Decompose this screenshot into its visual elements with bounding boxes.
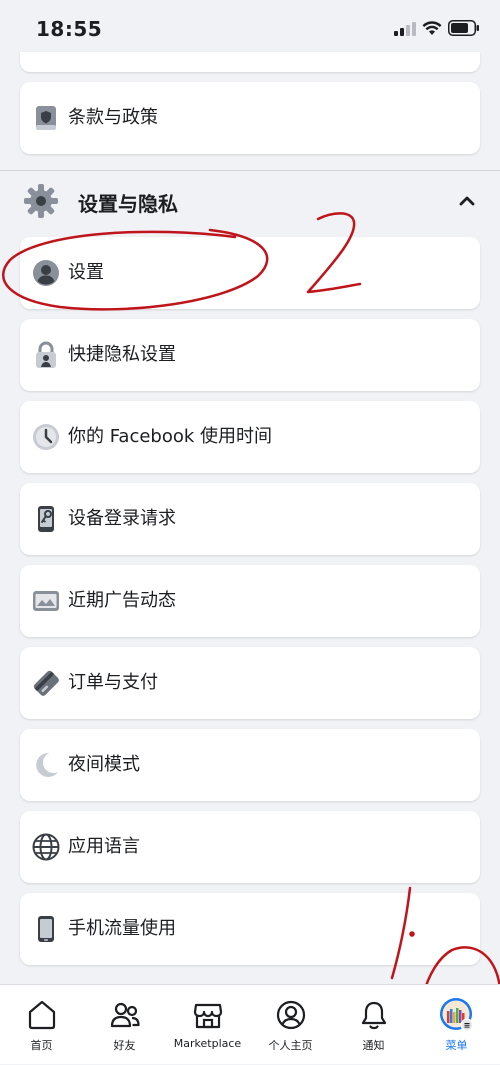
nav-notifications-tab[interactable]: 通知 — [332, 985, 415, 1065]
settings-label: 设置 — [68, 262, 104, 283]
section-title: 设置与隐私 — [78, 192, 178, 216]
bell-icon — [361, 1001, 387, 1030]
orders-and-payments-label: 订单与支付 — [68, 672, 158, 693]
nav-menu-tab[interactable]: 菜单 — [415, 985, 498, 1065]
mobile-data-label: 手机流量使用 — [68, 918, 176, 939]
marketplace-icon — [193, 1003, 223, 1029]
nav-notifications-label: 通知 — [362, 1039, 385, 1052]
section-divider — [0, 170, 500, 171]
status-time: 18:55 — [36, 17, 103, 41]
terms-and-policies-label: 条款与政策 — [68, 107, 158, 128]
settings-button[interactable]: 设置 — [20, 237, 480, 309]
friends-icon — [110, 1002, 140, 1028]
lock-person-icon — [36, 341, 56, 368]
chevron-up-icon[interactable] — [458, 192, 476, 210]
signal-icon — [394, 22, 416, 36]
dark-mode-button[interactable]: 夜间模式 — [20, 729, 480, 801]
privacy-shortcuts-button[interactable]: 快捷隐私设置 — [20, 319, 480, 391]
nav-home-tab[interactable]: 首页 — [0, 985, 83, 1065]
terms-and-policies-button[interactable]: 条款与政策 — [20, 82, 480, 154]
previous-card-edge — [20, 52, 480, 72]
home-icon — [28, 1000, 56, 1030]
battery-icon — [448, 20, 479, 36]
mobile-data-button[interactable]: 手机流量使用 — [20, 893, 480, 965]
phone-key-icon — [38, 506, 54, 532]
nav-friends-tab[interactable]: 好友 — [83, 985, 166, 1065]
profile-icon — [276, 1000, 306, 1030]
nav-marketplace-label: Marketplace — [173, 1037, 242, 1050]
recent-ad-activity-button[interactable]: 近期广告动态 — [20, 565, 480, 637]
recent-ad-activity-label: 近期广告动态 — [68, 590, 176, 611]
settings-privacy-section-header[interactable]: 设置与隐私 — [0, 172, 500, 230]
globe-icon — [32, 833, 60, 861]
dark-mode-label: 夜间模式 — [68, 754, 140, 775]
orders-and-payments-button[interactable]: 订单与支付 — [20, 647, 480, 719]
nav-friends-label: 好友 — [113, 1039, 136, 1052]
app-language-button[interactable]: 应用语言 — [20, 811, 480, 883]
device-login-requests-label: 设备登录请求 — [68, 508, 176, 529]
nav-profile-tab[interactable]: 个人主页 — [249, 985, 332, 1065]
device-login-requests-button[interactable]: 设备登录请求 — [20, 483, 480, 555]
nav-home-label: 首页 — [30, 1039, 53, 1052]
status-bar: 18:55 — [0, 0, 500, 58]
credit-card-icon — [33, 670, 59, 696]
person-circle-icon — [33, 260, 59, 286]
nav-profile-label: 个人主页 — [268, 1039, 313, 1052]
clock-icon — [33, 424, 59, 450]
privacy-shortcuts-label: 快捷隐私设置 — [68, 344, 176, 365]
mobile-phone-icon — [38, 916, 54, 942]
app-language-label: 应用语言 — [68, 836, 140, 857]
ad-activity-icon — [33, 591, 59, 611]
gear-icon — [24, 184, 58, 218]
nav-marketplace-tab[interactable]: Marketplace — [166, 985, 249, 1065]
nav-menu-label: 菜单 — [445, 1039, 468, 1052]
menu-avatar-icon — [440, 998, 474, 1032]
time-on-facebook-button[interactable]: 你的 Facebook 使用时间 — [20, 401, 480, 473]
wifi-icon — [422, 21, 442, 35]
bottom-navigation-bar: 首页 好友 Marketplace 个人主页 通知 菜单 — [0, 984, 500, 1064]
shield-book-icon — [36, 106, 56, 130]
time-on-facebook-label: 你的 Facebook 使用时间 — [68, 426, 273, 447]
moon-icon — [36, 752, 58, 777]
